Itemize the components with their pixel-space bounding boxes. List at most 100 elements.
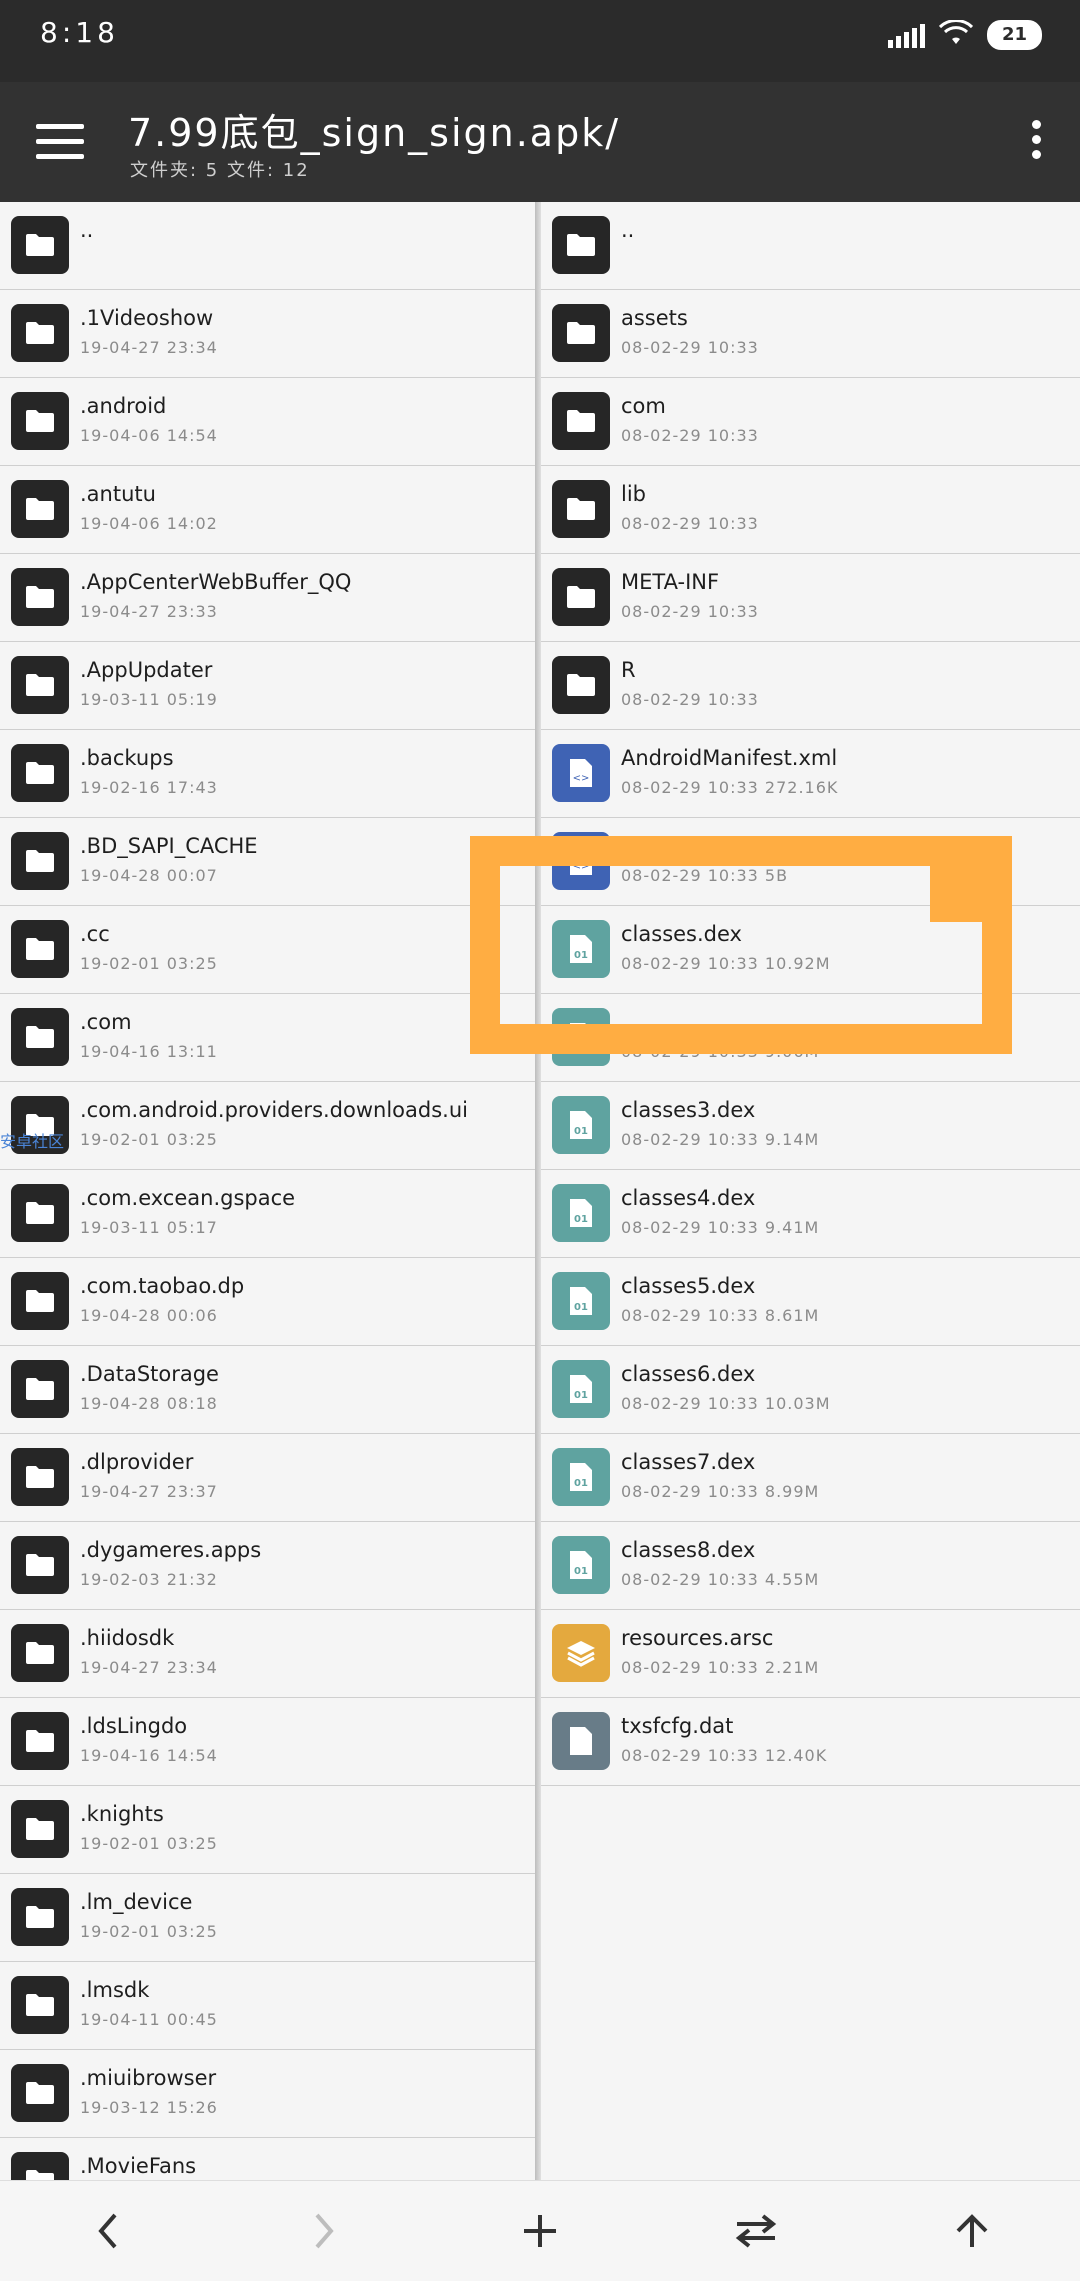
xml-file-icon: <> [552, 744, 610, 802]
file-row[interactable]: 01 classes5.dex 08-02-29 10:33 8.61M [541, 1258, 1080, 1346]
item-name: .AppUpdater [80, 658, 213, 682]
folder-row[interactable]: .dlprovider 19-04-27 23:37 [0, 1434, 535, 1522]
folder-row[interactable]: .lm_device 19-02-01 03:25 [0, 1874, 535, 1962]
item-name: .miuibrowser [80, 2066, 217, 2090]
chevron-left-icon[interactable] [76, 2201, 140, 2261]
dex-file-icon: 01 [552, 1360, 610, 1418]
arsc-file-icon [552, 1624, 610, 1682]
folder-row[interactable]: assets 08-02-29 10:33 [541, 290, 1080, 378]
file-row[interactable]: txsfcfg.dat 08-02-29 10:33 12.40K [541, 1698, 1080, 1786]
item-name: .backups [80, 746, 174, 770]
folder-row[interactable]: .AppCenterWebBuffer_QQ 19-04-27 23:33 [0, 554, 535, 642]
folder-row[interactable]: lib 08-02-29 10:33 [541, 466, 1080, 554]
file-row[interactable]: 01 classes8.dex 08-02-29 10:33 4.55M [541, 1522, 1080, 1610]
folder-row[interactable]: .com.excean.gspace 19-03-11 05:17 [0, 1170, 535, 1258]
folder-row[interactable]: .hiidosdk 19-04-27 23:34 [0, 1610, 535, 1698]
folder-row[interactable]: .dygameres.apps 19-02-03 21:32 [0, 1522, 535, 1610]
status-time: 8:18 [40, 16, 119, 49]
item-meta: 08-02-29 10:33 8.99M [621, 1482, 820, 1501]
signal-icon [887, 22, 925, 48]
folder-row[interactable]: .com 19-04-16 13:11 [0, 994, 535, 1082]
item-name: .com [80, 1010, 132, 1034]
item-name: .AppCenterWebBuffer_QQ [80, 570, 352, 594]
folder-icon [552, 656, 610, 714]
arrow-up-icon[interactable] [940, 2201, 1004, 2261]
folder-row[interactable]: .lmsdk 19-04-11 00:45 [0, 1962, 535, 2050]
folder-icon [11, 1712, 69, 1770]
file-row[interactable]: 01 classes6.dex 08-02-29 10:33 10.03M [541, 1346, 1080, 1434]
item-meta: 19-02-01 03:25 [80, 1922, 218, 1941]
folder-icon [11, 216, 69, 274]
bottom-action-bar [0, 2180, 1080, 2281]
item-name: resources.arsc [621, 1626, 774, 1650]
item-name: .BD_SAPI_CACHE [80, 834, 258, 858]
item-meta: 08-02-29 10:33 9.41M [621, 1218, 820, 1237]
item-meta: 19-04-27 23:37 [80, 1482, 218, 1501]
item-meta: 19-04-16 14:54 [80, 1746, 218, 1765]
file-row[interactable]: resources.arsc 08-02-29 10:33 2.21M [541, 1610, 1080, 1698]
item-meta: 19-03-11 05:17 [80, 1218, 218, 1237]
more-vert-icon[interactable] [1028, 120, 1044, 164]
folder-icon [11, 1888, 69, 1946]
folder-row[interactable]: .ldsLingdo 19-04-16 14:54 [0, 1698, 535, 1786]
folder-row[interactable]: .. [541, 202, 1080, 290]
dex-file-icon: 01 [552, 1536, 610, 1594]
item-name: R [621, 658, 636, 682]
folder-icon [11, 2064, 69, 2122]
item-meta: 19-03-12 15:26 [80, 2098, 218, 2117]
left-file-pane[interactable]: .. .1Videoshow 19-04-27 23:34 .android 19-04… [0, 202, 535, 2180]
folder-icon [11, 1360, 69, 1418]
hamburger-menu-icon[interactable] [36, 124, 84, 160]
item-name: .ldsLingdo [80, 1714, 188, 1738]
swap-icon[interactable] [724, 2201, 788, 2261]
folder-row[interactable]: .antutu 19-04-06 14:02 [0, 466, 535, 554]
file-row[interactable]: 01 classes3.dex 08-02-29 10:33 9.14M [541, 1082, 1080, 1170]
item-meta: 19-04-27 23:34 [80, 338, 218, 357]
folder-row[interactable]: .com.taobao.dp 19-04-28 00:06 [0, 1258, 535, 1346]
folder-row[interactable]: .1Videoshow 19-04-27 23:34 [0, 290, 535, 378]
folder-icon [11, 1184, 69, 1242]
item-name: .com.excean.gspace [80, 1186, 296, 1210]
folder-row[interactable]: .backups 19-02-16 17:43 [0, 730, 535, 818]
item-name: .antutu [80, 482, 156, 506]
file-row[interactable]: 01 classes7.dex 08-02-29 10:33 8.99M [541, 1434, 1080, 1522]
folder-icon [552, 304, 610, 362]
folder-row[interactable]: .DataStorage 19-04-28 08:18 [0, 1346, 535, 1434]
folder-row[interactable]: .knights 19-02-01 03:25 [0, 1786, 535, 1874]
folder-row[interactable]: com 08-02-29 10:33 [541, 378, 1080, 466]
item-name: classes6.dex [621, 1362, 756, 1386]
svg-text:01: 01 [574, 1214, 588, 1225]
folder-row[interactable]: R 08-02-29 10:33 [541, 642, 1080, 730]
folder-row[interactable]: .BD_SAPI_CACHE 19-04-28 00:07 [0, 818, 535, 906]
folder-icon [11, 2152, 69, 2180]
item-name: .android [80, 394, 167, 418]
folder-row[interactable]: .miuibrowser 19-03-12 15:26 [0, 2050, 535, 2138]
folder-row[interactable]: .MovieFans [0, 2138, 535, 2180]
item-meta: 19-03-11 05:19 [80, 690, 218, 709]
item-name: classes3.dex [621, 1098, 756, 1122]
item-meta: 08-02-29 10:33 [621, 514, 759, 533]
folder-row[interactable]: .android 19-04-06 14:54 [0, 378, 535, 466]
folder-row[interactable]: .. [0, 202, 535, 290]
item-name: .com.taobao.dp [80, 1274, 245, 1298]
folder-row[interactable]: .AppUpdater 19-03-11 05:19 [0, 642, 535, 730]
item-name: .knights [80, 1802, 164, 1826]
chevron-right-icon[interactable] [292, 2201, 356, 2261]
file-row[interactable]: <> AndroidManifest.xml 08-02-29 10:33 272.… [541, 730, 1080, 818]
item-name: .. [621, 218, 635, 242]
item-meta: 19-04-16 13:11 [80, 1042, 218, 1061]
item-name: lib [621, 482, 646, 506]
item-meta: 08-02-29 10:33 [621, 690, 759, 709]
item-name: classes5.dex [621, 1274, 756, 1298]
folder-row[interactable]: .cc 19-02-01 03:25 [0, 906, 535, 994]
folder-row[interactable]: META-INF 08-02-29 10:33 [541, 554, 1080, 642]
right-file-pane[interactable]: .. assets 08-02-29 10:33 com 08-02-29 10:33 l… [541, 202, 1080, 2180]
item-name: classes7.dex [621, 1450, 756, 1474]
svg-text:<>: <> [573, 773, 590, 784]
dat-file-icon [552, 1712, 610, 1770]
file-row[interactable]: 01 classes4.dex 08-02-29 10:33 9.41M [541, 1170, 1080, 1258]
item-meta: 08-02-29 10:33 [621, 426, 759, 445]
folder-row[interactable]: .com.android.providers.downloads.ui 19-02… [0, 1082, 535, 1170]
plus-icon[interactable] [508, 2201, 572, 2261]
folder-icon [11, 832, 69, 890]
